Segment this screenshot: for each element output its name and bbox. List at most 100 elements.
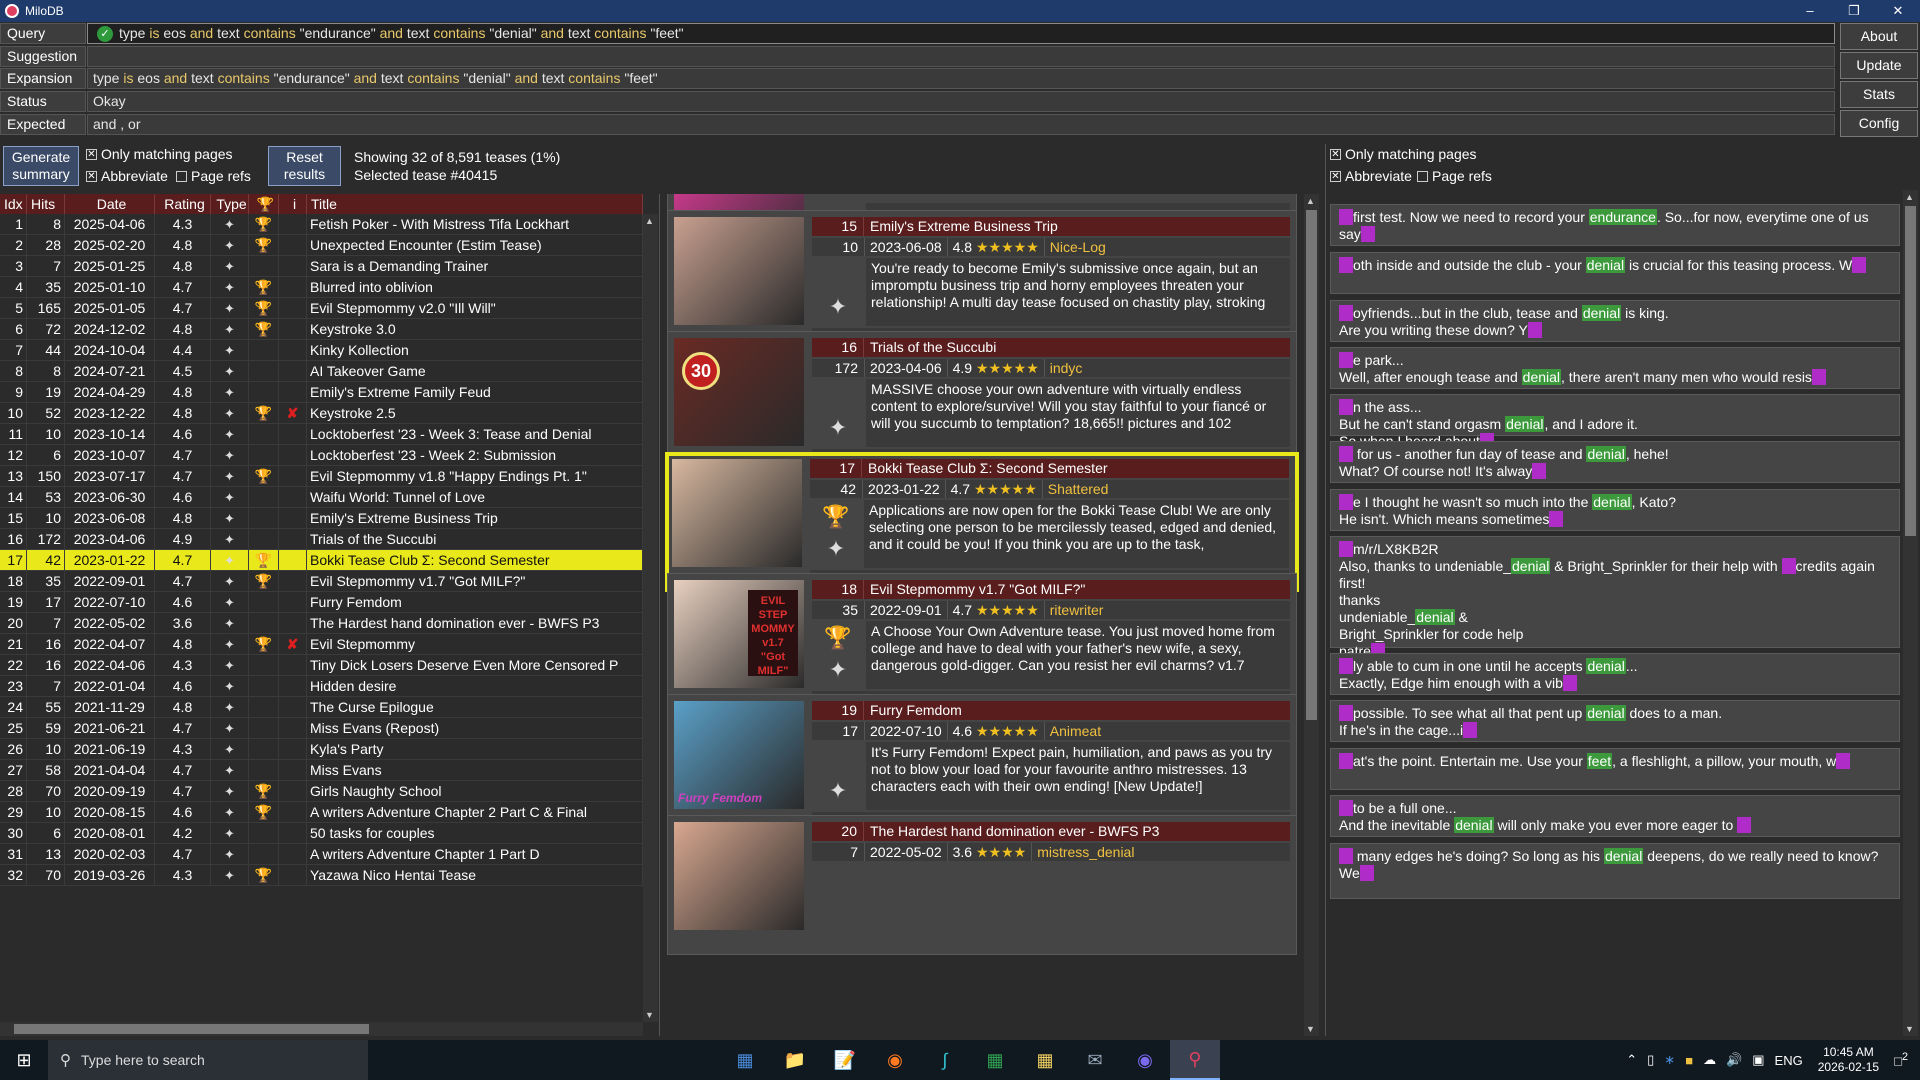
- table-row[interactable]: 11 10 2023-10-14 4.6 ✦ Locktoberfest '23 - We…: [0, 424, 643, 445]
- snippet-item[interactable]: …possible. To see what all that pent up …: [1330, 700, 1900, 742]
- page-marker-icon[interactable]: …: [1852, 257, 1867, 273]
- table-row[interactable]: 26 10 2021-06-19 4.3 ✦ Kyla's Party: [0, 739, 643, 760]
- snippet-item[interactable]: …to be a full one... And the inevitable …: [1330, 795, 1900, 837]
- scroll-thumb[interactable]: [1905, 206, 1916, 536]
- card-author[interactable]: Animeat: [1043, 722, 1290, 740]
- page-marker-icon[interactable]: …: [1836, 753, 1851, 769]
- table-row[interactable]: 1 8 2025-04-06 4.3 ✦ 🏆 Fetish Poker - With Mis…: [0, 214, 643, 235]
- col-hits[interactable]: Hits: [27, 194, 65, 214]
- reset-results-button[interactable]: Reset results: [268, 146, 341, 186]
- page-marker-icon[interactable]: …: [1532, 463, 1547, 479]
- network-icon[interactable]: ▣: [1752, 1052, 1764, 1068]
- card-author[interactable]: indyc: [1043, 359, 1290, 377]
- card-author[interactable]: Shattered: [1041, 480, 1289, 498]
- scroll-up-icon[interactable]: ▲: [1306, 196, 1315, 206]
- windows-start-icon[interactable]: ⊞: [0, 1050, 48, 1071]
- table-horizontal-scrollbar[interactable]: [0, 1022, 643, 1036]
- page-marker-icon[interactable]: …: [1339, 800, 1353, 816]
- onedrive-icon[interactable]: ☁: [1703, 1052, 1716, 1068]
- show-hidden-icons-icon[interactable]: ⌃: [1626, 1052, 1637, 1068]
- volume-icon[interactable]: 🔊: [1726, 1052, 1742, 1068]
- table-row[interactable]: 14 53 2023-06-30 4.6 ✦ Waifu World: Tunnel of…: [0, 487, 643, 508]
- table-row[interactable]: 22 16 2022-04-06 4.3 ✦ Tiny Dick Losers Deser…: [0, 655, 643, 676]
- bluetooth-icon[interactable]: ∗: [1664, 1052, 1675, 1068]
- table-row[interactable]: 16 172 2023-04-06 4.9 ✦ Trials of the Succubi: [0, 529, 643, 550]
- thumbnail-image[interactable]: [674, 217, 804, 325]
- scroll-down-icon[interactable]: ▼: [1905, 1024, 1914, 1034]
- minimize-button[interactable]: –: [1788, 0, 1832, 22]
- table-row[interactable]: 29 10 2020-08-15 4.6 ✦ 🏆 A writers Adventure C…: [0, 802, 643, 823]
- thumbnail-image[interactable]: [674, 822, 804, 930]
- table-row[interactable]: 12 6 2023-10-07 4.7 ✦ Locktoberfest '23 - Wee…: [0, 445, 643, 466]
- scroll-up-icon[interactable]: ▲: [1905, 192, 1914, 202]
- page-marker-icon[interactable]: …: [1562, 675, 1577, 691]
- page-marker-icon[interactable]: …: [1339, 658, 1353, 674]
- snippet-item[interactable]: …oth inside and outside the club - your …: [1330, 252, 1900, 294]
- right-abbreviate-checkbox[interactable]: ✕ Abbreviate: [1330, 168, 1412, 184]
- snippets-vertical-scrollbar[interactable]: ▲ ▼: [1903, 190, 1918, 1036]
- page-marker-icon[interactable]: …: [1339, 494, 1353, 510]
- col-date[interactable]: Date: [65, 194, 155, 214]
- thumbnail-image[interactable]: Furry Femdom: [674, 701, 804, 809]
- table-row[interactable]: 3 7 2025-01-25 4.8 ✦ Sara is a Demanding Trai…: [0, 256, 643, 277]
- page-marker-icon[interactable]: …: [1527, 322, 1542, 338]
- scroll-up-icon[interactable]: ▲: [645, 216, 654, 226]
- scroll-down-icon[interactable]: ▼: [645, 1010, 654, 1020]
- page-marker-icon[interactable]: …: [1549, 511, 1564, 527]
- table-row[interactable]: 15 10 2023-06-08 4.8 ✦ Emily's Extreme Busine…: [0, 508, 643, 529]
- file-explorer-icon[interactable]: 📁: [770, 1040, 820, 1080]
- close-button[interactable]: ✕: [1876, 0, 1920, 22]
- thumbnail-image[interactable]: [672, 459, 802, 567]
- scroll-down-icon[interactable]: ▼: [1306, 1024, 1315, 1034]
- right-page-refs-checkbox[interactable]: Page refs: [1417, 168, 1492, 184]
- snippet-item[interactable]: …ly able to cum in one until he accepts …: [1330, 653, 1900, 695]
- page-refs-checkbox[interactable]: Page refs: [176, 168, 251, 184]
- mail-icon[interactable]: ✉: [1070, 1040, 1120, 1080]
- col-rating[interactable]: Rating: [155, 194, 211, 214]
- snippet-item[interactable]: …e park... Well, after enough tease and …: [1330, 347, 1900, 389]
- col-idx[interactable]: Idx: [0, 194, 27, 214]
- query-input[interactable]: ✓ type is eos and text contains "enduran…: [87, 23, 1835, 44]
- snippet-item[interactable]: …first test. Now we need to record your …: [1330, 204, 1900, 246]
- page-marker-icon[interactable]: …: [1339, 705, 1353, 721]
- milodb-taskbar-icon[interactable]: ⚲: [1170, 1040, 1220, 1080]
- table-row[interactable]: 13 150 2023-07-17 4.7 ✦ 🏆 Evil Stepmommy v1.8 …: [0, 466, 643, 487]
- table-row[interactable]: 5 165 2025-01-05 4.7 ✦ 🏆 Evil Stepmommy v2.0 "…: [0, 298, 643, 319]
- table-row[interactable]: 21 16 2022-04-07 4.8 ✦ 🏆 ✘ Evil Stepmommy: [0, 634, 643, 655]
- config-button[interactable]: Config: [1840, 110, 1918, 137]
- page-marker-icon[interactable]: …: [1339, 209, 1353, 225]
- page-marker-icon[interactable]: …: [1463, 722, 1478, 738]
- snippet-item[interactable]: …e I thought he wasn't so much into the …: [1330, 489, 1900, 531]
- snippet-item[interactable]: …n the ass... But he can't stand orgasm …: [1330, 394, 1900, 449]
- editor-icon[interactable]: ∫: [920, 1040, 970, 1080]
- page-marker-icon[interactable]: …: [1339, 305, 1353, 321]
- app-tray-icon[interactable]: ■: [1685, 1053, 1693, 1068]
- discord-icon[interactable]: ◉: [1120, 1040, 1170, 1080]
- calculator-icon[interactable]: ▦: [720, 1040, 770, 1080]
- page-marker-icon[interactable]: …: [1359, 865, 1374, 881]
- cards-vertical-scrollbar[interactable]: ▲ ▼: [1304, 194, 1319, 1036]
- page-marker-icon[interactable]: …: [1360, 226, 1375, 242]
- card-author[interactable]: ritewriter: [1043, 601, 1290, 619]
- table-row[interactable]: 31 13 2020-02-03 4.7 ✦ A writers Adventure Ch…: [0, 844, 643, 865]
- scroll-thumb[interactable]: [1306, 210, 1317, 720]
- abbreviate-checkbox[interactable]: ✕ Abbreviate: [86, 168, 168, 184]
- table-row[interactable]: 10 52 2023-12-22 4.8 ✦ 🏆 ✘ Keystroke 2.5: [0, 403, 643, 424]
- table-row[interactable]: 18 35 2022-09-01 4.7 ✦ 🏆 Evil Stepmommy v1.7 "…: [0, 571, 643, 592]
- clock[interactable]: 10:45 AM 2026-02-15: [1818, 1045, 1879, 1075]
- notifications-icon[interactable]: □2: [1894, 1051, 1908, 1068]
- only-matching-checkbox[interactable]: ✕ Only matching pages: [86, 146, 233, 162]
- col-title[interactable]: Title: [307, 194, 643, 214]
- archive-icon[interactable]: ▦: [1020, 1040, 1070, 1080]
- scroll-thumb[interactable]: [14, 1024, 369, 1034]
- thumbnail-image[interactable]: 30: [674, 338, 804, 446]
- tease-card[interactable]: 20 The Hardest hand domination ever - BWF…: [667, 815, 1297, 955]
- device-icon[interactable]: ▯: [1647, 1052, 1654, 1068]
- table-row[interactable]: 19 17 2022-07-10 4.6 ✦ Furry Femdom: [0, 592, 643, 613]
- page-marker-icon[interactable]: …: [1339, 446, 1353, 462]
- notepad-icon[interactable]: 📝: [820, 1040, 870, 1080]
- tease-card[interactable]: 30 16 Trials of the Succubi 172 2023-04-06 4.…: [667, 331, 1297, 471]
- table-row[interactable]: 30 6 2020-08-01 4.2 ✦ 50 tasks for couples: [0, 823, 643, 844]
- snippet-item[interactable]: …at's the point. Entertain me. Use your …: [1330, 748, 1900, 790]
- table-row[interactable]: 27 58 2021-04-04 4.7 ✦ Miss Evans: [0, 760, 643, 781]
